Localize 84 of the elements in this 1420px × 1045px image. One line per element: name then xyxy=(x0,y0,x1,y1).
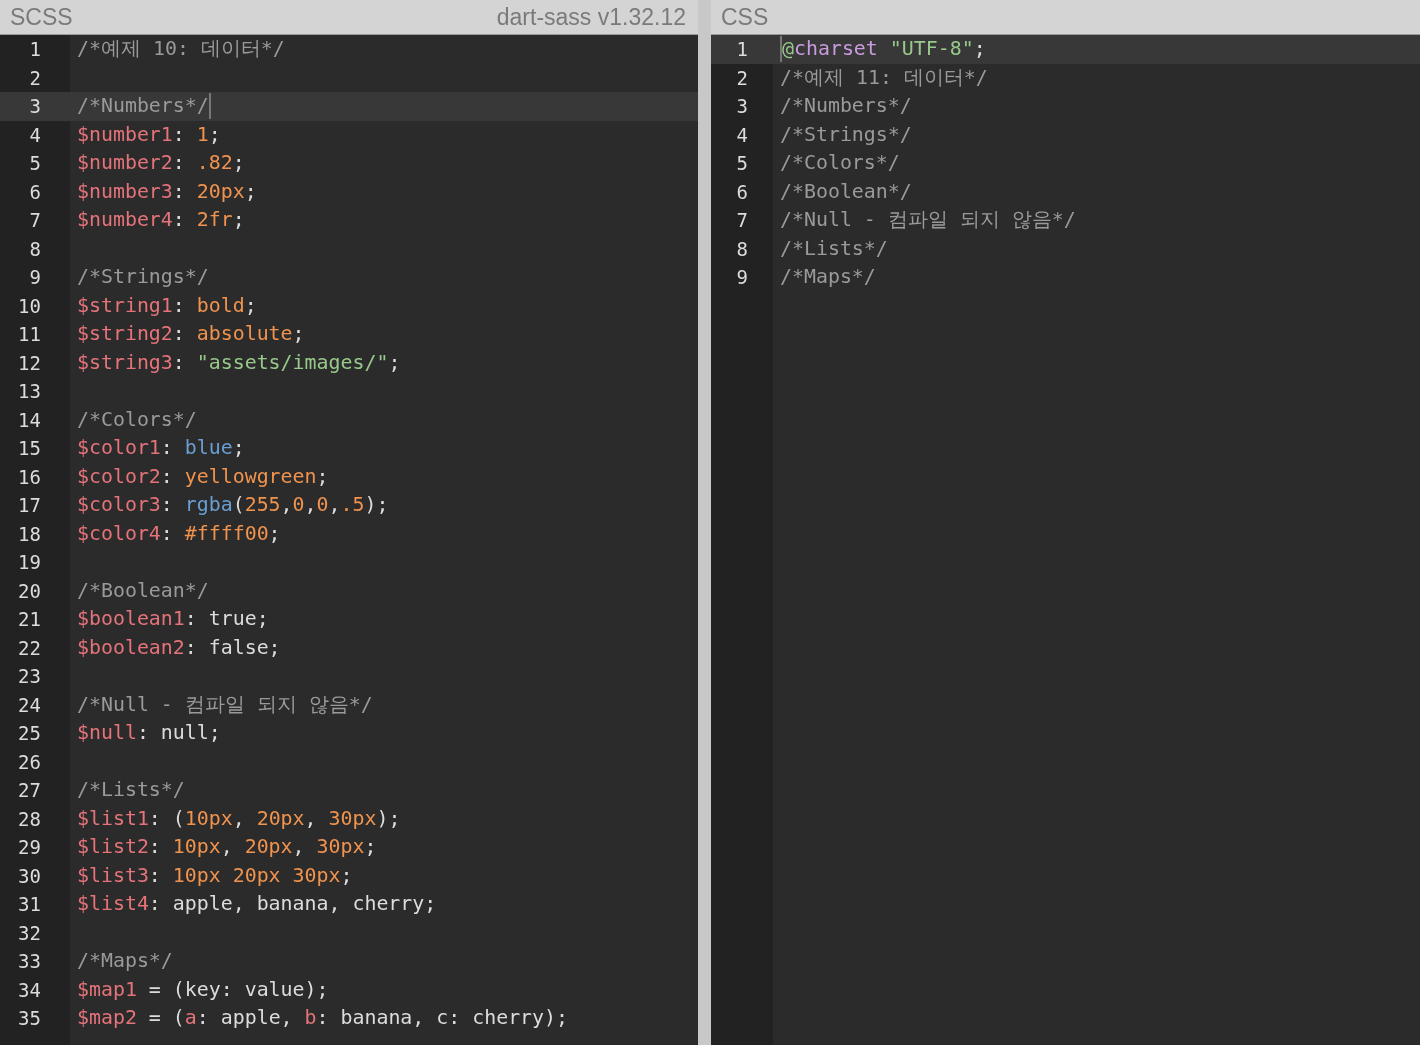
line-number: 9 xyxy=(28,266,42,289)
code-line: /*Strings*/ xyxy=(77,264,209,291)
line-number: 7 xyxy=(735,209,749,232)
compiler-version: dart-sass v1.32.12 xyxy=(496,3,686,31)
code-line: /*Boolean*/ xyxy=(77,577,209,604)
code-line: $map2 = (a: apple, b: banana, c: cherry); xyxy=(77,1005,569,1032)
panel-title: CSS xyxy=(721,3,769,31)
line-number: 28 xyxy=(17,807,42,830)
line-number: 1 xyxy=(28,38,42,61)
line-number: 4 xyxy=(735,123,749,146)
line-number: 35 xyxy=(17,1007,42,1030)
line-number: 6 xyxy=(735,180,749,203)
code-line: $number1: 1; xyxy=(77,121,221,148)
line-number: 25 xyxy=(17,722,42,745)
line-number: 10 xyxy=(17,294,42,317)
code-line: $number4: 2fr; xyxy=(77,207,245,234)
code-line: $color1: blue; xyxy=(77,435,245,462)
line-number: 22 xyxy=(17,636,42,659)
code-line: $list1: (10px, 20px, 30px); xyxy=(77,805,401,832)
line-number: 6 xyxy=(28,180,42,203)
line-number: 8 xyxy=(28,237,42,260)
code-line: $number3: 20px; xyxy=(77,178,257,205)
code-line: $boolean1: true; xyxy=(77,606,269,633)
line-number: 3 xyxy=(735,95,749,118)
line-number: 21 xyxy=(17,608,42,631)
line-number: 4 xyxy=(28,123,42,146)
code-line: /*예제 11: 데이터*/ xyxy=(780,64,988,91)
code-line: $list3: 10px 20px 30px; xyxy=(77,862,353,889)
code-line: $color4: #ffff00; xyxy=(77,520,281,547)
code-line: /*Boolean*/ xyxy=(780,178,912,205)
line-number: 8 xyxy=(735,237,749,260)
code-line: /*Null - 컴파일 되지 않음*/ xyxy=(77,691,373,718)
code-line: /*Numbers*/ xyxy=(77,93,209,120)
code-line: @charset "UTF-8"; xyxy=(782,36,986,63)
line-number: 3 xyxy=(28,95,42,118)
panel-title: SCSS xyxy=(10,3,73,31)
code-line: $list2: 10px, 20px, 30px; xyxy=(77,834,377,861)
code-line: $string1: bold; xyxy=(77,292,257,319)
line-number: 1 xyxy=(735,38,749,61)
code-line: /*예제 10: 데이터*/ xyxy=(77,36,285,63)
code-line: /*Colors*/ xyxy=(77,406,197,433)
line-number: 16 xyxy=(17,465,42,488)
line-number: 23 xyxy=(17,665,42,688)
code-line: $map1 = (key: value); xyxy=(77,976,329,1003)
code-line: /*Maps*/ xyxy=(780,264,876,291)
code-line: $number2: .82; xyxy=(77,150,245,177)
code-line: /*Lists*/ xyxy=(77,777,185,804)
line-number: 30 xyxy=(17,864,42,887)
line-number: 5 xyxy=(28,152,42,175)
code-line: /*Colors*/ xyxy=(780,150,900,177)
line-number: 32 xyxy=(17,921,42,944)
code-line: $list4: apple, banana, cherry; xyxy=(77,891,437,918)
line-number: 34 xyxy=(17,978,42,1001)
line-number: 14 xyxy=(17,408,42,431)
line-number: 2 xyxy=(735,66,749,89)
line-number: 15 xyxy=(17,437,42,460)
line-number: 7 xyxy=(28,209,42,232)
line-number: 11 xyxy=(17,323,42,346)
line-number: 17 xyxy=(17,494,42,517)
line-number: 29 xyxy=(17,836,42,859)
code-line: $boolean2: false; xyxy=(77,634,281,661)
line-number: 5 xyxy=(735,152,749,175)
code-line: /*Maps*/ xyxy=(77,948,173,975)
line-number: 33 xyxy=(17,950,42,973)
line-number: 24 xyxy=(17,693,42,716)
code-line: /*Strings*/ xyxy=(780,121,912,148)
code-line: $null: null; xyxy=(77,720,221,747)
line-number: 27 xyxy=(17,779,42,802)
line-number: 19 xyxy=(17,551,42,574)
line-number: 13 xyxy=(17,380,42,403)
code-line: $string3: "assets/images/"; xyxy=(77,349,401,376)
line-number: 2 xyxy=(28,66,42,89)
code-line: /*Lists*/ xyxy=(780,235,888,262)
code-line: /*Numbers*/ xyxy=(780,93,912,120)
line-number: 18 xyxy=(17,522,42,545)
code-line: $color3: rgba(255,0,0,.5); xyxy=(77,492,389,519)
code-line: /*Null - 컴파일 되지 않음*/ xyxy=(780,207,1076,234)
line-number: 26 xyxy=(17,750,42,773)
code-line: $string2: absolute; xyxy=(77,321,305,348)
line-number: 31 xyxy=(17,893,42,916)
code-line: $color2: yellowgreen; xyxy=(77,463,329,490)
line-number: 20 xyxy=(17,579,42,602)
line-number: 12 xyxy=(17,351,42,374)
line-number: 9 xyxy=(735,266,749,289)
